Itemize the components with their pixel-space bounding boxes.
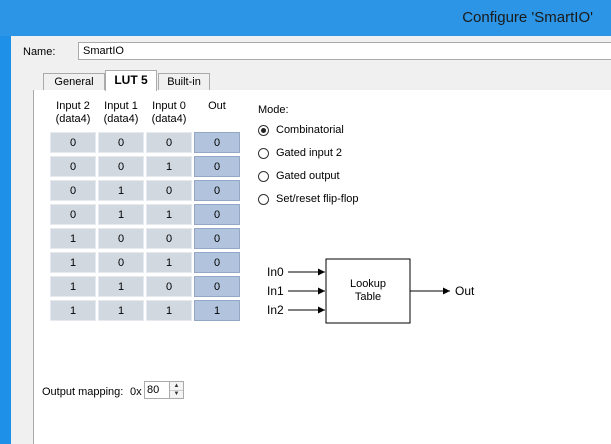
input-cell: 0 (98, 252, 144, 273)
output-cell[interactable]: 1 (194, 300, 240, 321)
mode-option-label: Combinatorial (276, 124, 344, 136)
input-cell: 0 (50, 180, 96, 201)
tab-strip: General LUT 5 Built-in (33, 70, 611, 91)
radio-unchecked-icon[interactable] (258, 148, 269, 159)
input-cell: 0 (146, 276, 192, 297)
output-label: Out (455, 284, 475, 298)
output-cell[interactable]: 0 (194, 132, 240, 153)
block-label-line2: Table (355, 291, 381, 303)
lut-panel: Input 2 (data4) Input 1 (data4) Input 0 (data… (33, 90, 611, 444)
input-cell: 0 (50, 204, 96, 225)
mode-label: Mode: (258, 104, 289, 116)
input-cell: 1 (98, 180, 144, 201)
radio-dot-icon (261, 128, 266, 133)
radio-unchecked-icon[interactable] (258, 171, 269, 182)
radio-unchecked-icon[interactable] (258, 194, 269, 205)
output-mapping-spinner: ▲ ▼ (170, 381, 184, 399)
input-cell: 0 (146, 132, 192, 153)
spin-down-arrow-icon[interactable]: ▼ (170, 390, 183, 398)
hex-prefix: 0x (130, 386, 142, 398)
output-cell[interactable]: 0 (194, 252, 240, 273)
output-cell[interactable]: 0 (194, 180, 240, 201)
column-header: Out (208, 100, 226, 112)
window-title: Configure 'SmartIO' (462, 9, 593, 26)
title-bar: Configure 'SmartIO' (0, 0, 611, 36)
input-cell: 1 (50, 228, 96, 249)
input-cell: 0 (146, 180, 192, 201)
input-label-in1: In1 (267, 284, 284, 298)
output-mapping-input[interactable]: 80 (144, 381, 170, 399)
output-cell[interactable]: 0 (194, 228, 240, 249)
tab-lut-5[interactable]: LUT 5 (105, 70, 157, 91)
input-cell: 0 (98, 156, 144, 177)
input-label-in2: In2 (267, 303, 284, 317)
input-cell: 1 (146, 252, 192, 273)
input-cell: 1 (50, 252, 96, 273)
mode-option-label: Gated input 2 (276, 147, 343, 159)
name-input[interactable] (78, 42, 611, 60)
radio-checked-icon[interactable] (258, 125, 269, 136)
input-cell: 0 (50, 132, 96, 153)
column-header: Input 1 (data4) (103, 100, 139, 125)
input-cell: 1 (146, 300, 192, 321)
input-cell: 0 (98, 132, 144, 153)
lut-diagram: Lookup Table In0 In1 In2 Out (267, 258, 475, 324)
input-label-in0: In0 (267, 265, 284, 279)
column-header: Input 0 (data4) (151, 100, 187, 125)
column-header: Input 2 (data4) (55, 100, 91, 125)
input-cell: 0 (50, 156, 96, 177)
output-cell[interactable]: 0 (194, 276, 240, 297)
tab-built-in[interactable]: Built-in (158, 73, 210, 90)
input-cell: 1 (98, 300, 144, 321)
tab-general[interactable]: General (43, 73, 105, 90)
input-cell: 1 (50, 300, 96, 321)
output-mapping-label: Output mapping: (42, 386, 124, 398)
input-cell: 1 (50, 276, 96, 297)
dialog-client: Name: General LUT 5 Built-in Input 2(dat… (11, 36, 611, 444)
input-cell: 0 (98, 228, 144, 249)
input-cell: 0 (146, 228, 192, 249)
block-label-line1: Lookup (350, 278, 386, 290)
mode-option-label: Gated output (276, 170, 340, 182)
input-cell: 1 (98, 276, 144, 297)
input-cell: 1 (98, 204, 144, 225)
mode-option-label: Set/reset flip-flop (276, 193, 359, 205)
input-cell: 1 (146, 204, 192, 225)
input-cell: 1 (146, 156, 192, 177)
output-cell[interactable]: 0 (194, 156, 240, 177)
name-label: Name: (23, 46, 56, 58)
output-cell[interactable]: 0 (194, 204, 240, 225)
